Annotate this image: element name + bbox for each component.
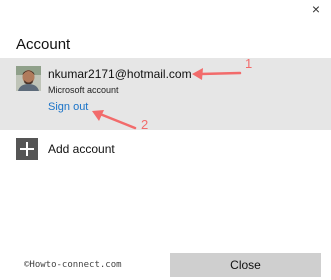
close-window-icon[interactable]: ×	[309, 2, 323, 16]
add-account-label: Add account	[48, 142, 115, 156]
watermark: ©Howto-connect.com	[24, 260, 122, 270]
account-entry[interactable]: nkumar2171@hotmail.com Microsoft account…	[0, 58, 331, 130]
account-type-label: Microsoft account	[48, 85, 119, 95]
account-dialog: × Account nkumar2171@hotmail.com Microso…	[0, 0, 331, 280]
sign-out-link[interactable]: Sign out	[48, 101, 88, 113]
add-account-button[interactable]: Add account	[16, 138, 176, 160]
plus-icon	[16, 138, 38, 160]
account-email: nkumar2171@hotmail.com	[48, 67, 192, 81]
dialog-title: Account	[16, 36, 71, 53]
close-button[interactable]: Close	[170, 253, 321, 277]
avatar	[16, 66, 41, 91]
avatar-photo	[16, 66, 41, 91]
